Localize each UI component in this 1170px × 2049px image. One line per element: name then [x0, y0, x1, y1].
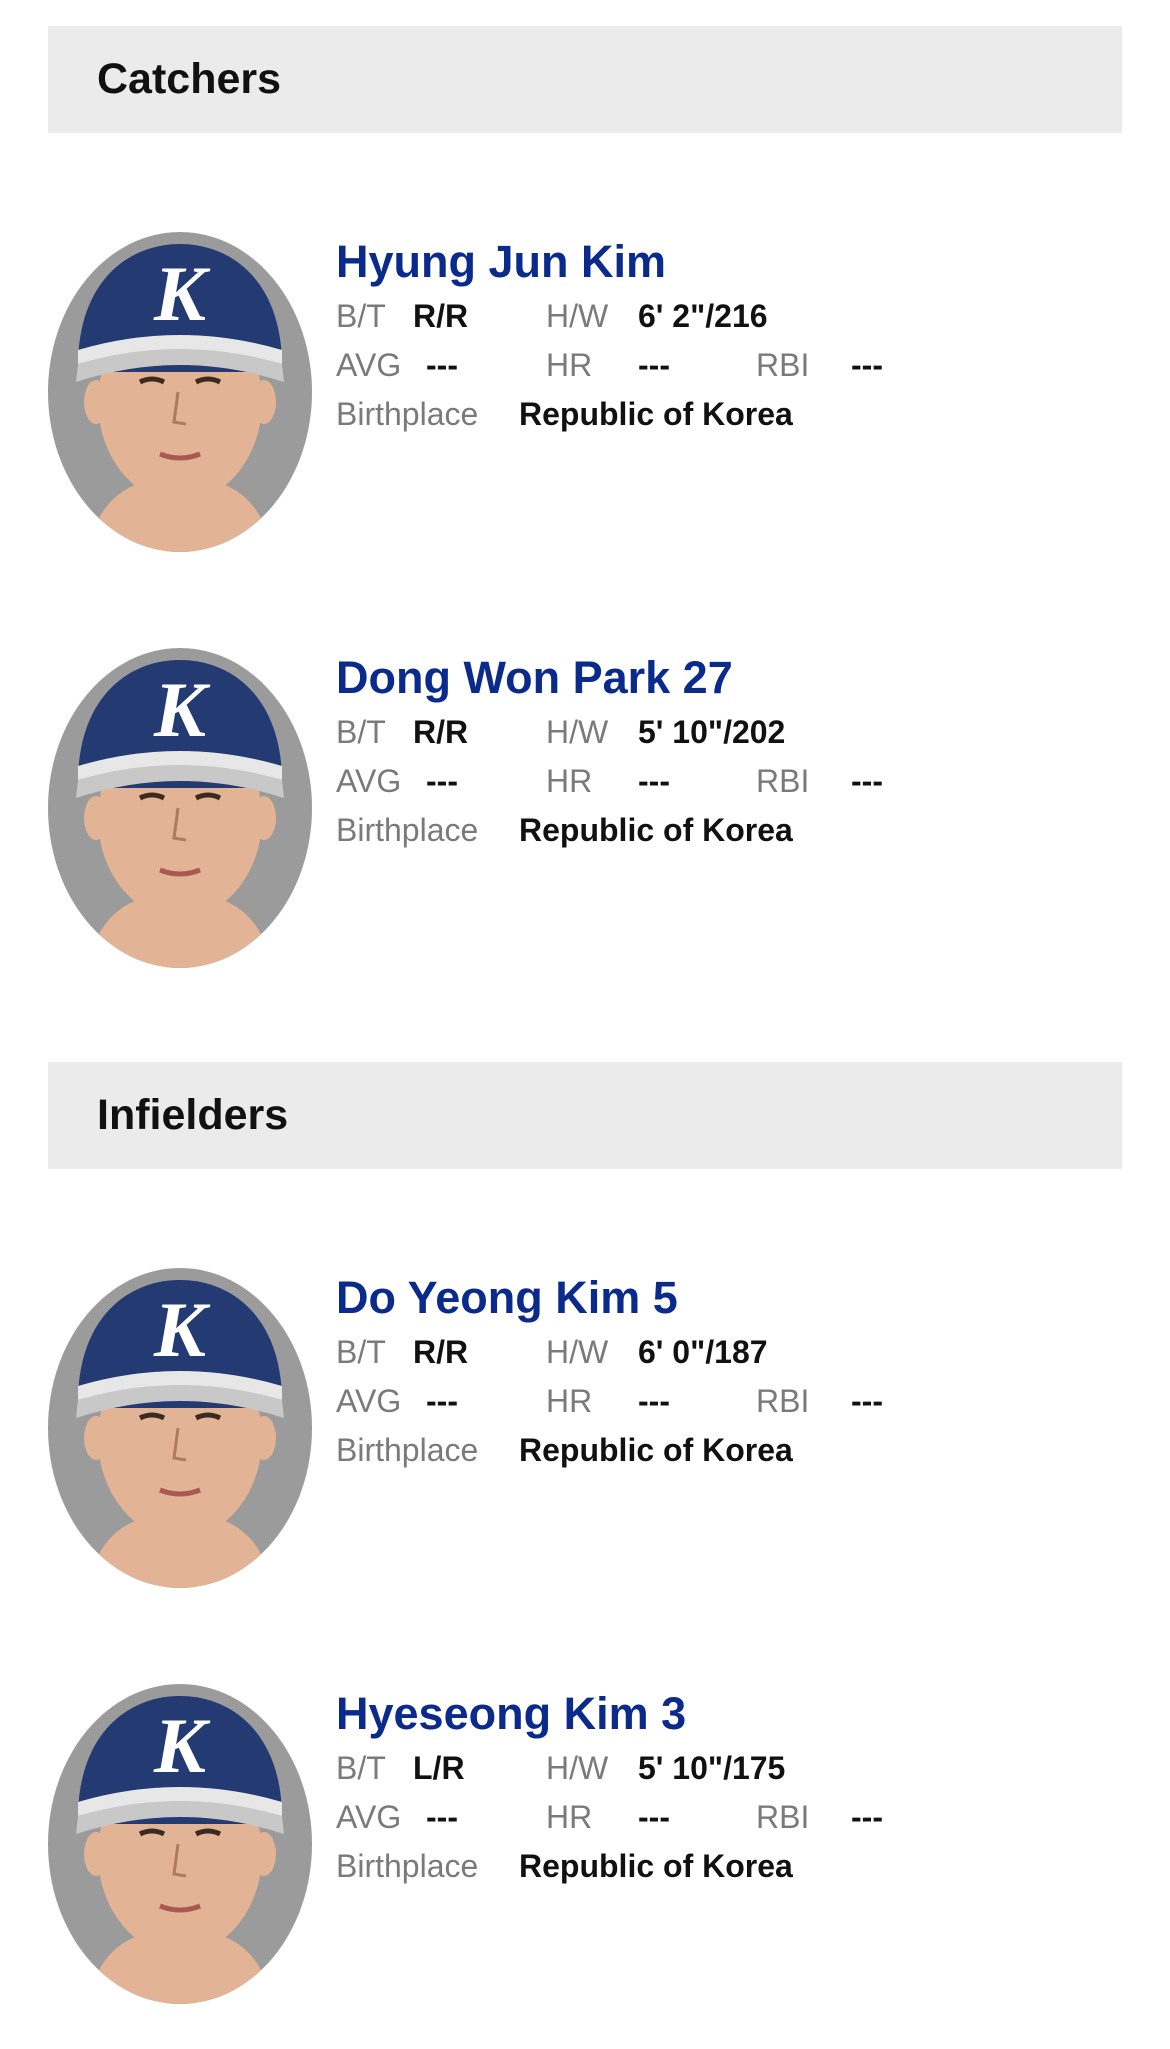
bt-value: R/R [413, 298, 469, 334]
player-photo: K [48, 648, 312, 968]
hw-value: 6' 0"/187 [638, 1334, 768, 1370]
roster-page: Catchers K Hyung Jun Kim B/T R/R H/W 6' … [0, 0, 1170, 2049]
player-birthplace-row: Birthplace Republic of Korea [336, 1842, 1116, 1891]
player-card[interactable]: K Dong Won Park 27 B/T R/R H/W 5' 10"/20… [48, 648, 1122, 978]
rbi-value: --- [851, 1383, 883, 1419]
player-bt-hw-row: B/T R/R H/W 6' 0"/187 [336, 1328, 1116, 1377]
rbi-label: RBI [756, 347, 810, 383]
player-card[interactable]: K Hyeseong Kim 3 B/T L/R H/W 5' 10"/175 … [48, 1684, 1122, 2014]
hw-value: 5' 10"/175 [638, 1750, 786, 1786]
section-title: Infielders [97, 1091, 289, 1139]
section-title: Catchers [97, 55, 282, 103]
avg-value: --- [426, 1799, 458, 1835]
player-stats-row: AVG --- HR --- RBI --- [336, 341, 1116, 390]
hw-label: H/W [546, 1334, 609, 1370]
player-headshot[interactable]: K [48, 1268, 312, 1588]
hw-value: 6' 2"/216 [638, 298, 768, 334]
birthplace-label: Birthplace [336, 396, 479, 432]
player-bt-hw-row: B/T R/R H/W 6' 2"/216 [336, 292, 1116, 341]
player-stats-row: AVG --- HR --- RBI --- [336, 1377, 1116, 1426]
avg-label: AVG [336, 1383, 402, 1419]
avg-label: AVG [336, 1799, 402, 1835]
rbi-value: --- [851, 763, 883, 799]
player-headshot[interactable]: K [48, 1684, 312, 2004]
svg-text:K: K [153, 1286, 211, 1373]
avg-label: AVG [336, 763, 402, 799]
player-stats-row: AVG --- HR --- RBI --- [336, 757, 1116, 806]
rbi-label: RBI [756, 1383, 810, 1419]
section-header-catchers: Catchers [48, 26, 1122, 133]
avg-value: --- [426, 763, 458, 799]
svg-text:K: K [153, 250, 211, 337]
bt-label: B/T [336, 714, 386, 750]
avg-label: AVG [336, 347, 402, 383]
hr-label: HR [546, 347, 593, 383]
hr-label: HR [546, 763, 593, 799]
birthplace-value: Republic of Korea [519, 812, 793, 848]
birthplace-value: Republic of Korea [519, 396, 793, 432]
section-header-infielders: Infielders [48, 1062, 1122, 1169]
hw-label: H/W [546, 714, 609, 750]
rbi-value: --- [851, 347, 883, 383]
player-bt-hw-row: B/T L/R H/W 5' 10"/175 [336, 1744, 1116, 1793]
hr-value: --- [638, 1383, 670, 1419]
birthplace-label: Birthplace [336, 1848, 479, 1884]
player-name-link[interactable]: Do Yeong Kim 5 [336, 1268, 1116, 1328]
svg-text:K: K [153, 666, 211, 753]
player-birthplace-row: Birthplace Republic of Korea [336, 806, 1116, 855]
hw-value: 5' 10"/202 [638, 714, 786, 750]
player-headshot[interactable]: K [48, 232, 312, 552]
hw-label: H/W [546, 298, 609, 334]
bt-value: L/R [413, 1750, 465, 1786]
player-name-link[interactable]: Hyeseong Kim 3 [336, 1684, 1116, 1744]
hw-label: H/W [546, 1750, 609, 1786]
player-headshot[interactable]: K [48, 648, 312, 968]
player-card[interactable]: K Do Yeong Kim 5 B/T R/R H/W 6' 0"/187 A… [48, 1268, 1122, 1598]
rbi-label: RBI [756, 1799, 810, 1835]
birthplace-value: Republic of Korea [519, 1432, 793, 1468]
svg-text:K: K [153, 1702, 211, 1789]
rbi-value: --- [851, 1799, 883, 1835]
avg-value: --- [426, 347, 458, 383]
birthplace-label: Birthplace [336, 1432, 479, 1468]
player-birthplace-row: Birthplace Republic of Korea [336, 390, 1116, 439]
bt-value: R/R [413, 714, 469, 750]
player-bt-hw-row: B/T R/R H/W 5' 10"/202 [336, 708, 1116, 757]
hr-value: --- [638, 1799, 670, 1835]
hr-value: --- [638, 763, 670, 799]
hr-label: HR [546, 1799, 593, 1835]
birthplace-value: Republic of Korea [519, 1848, 793, 1884]
player-name-link[interactable]: Hyung Jun Kim [336, 232, 1116, 292]
avg-value: --- [426, 1383, 458, 1419]
player-name-link[interactable]: Dong Won Park 27 [336, 648, 1116, 708]
bt-label: B/T [336, 298, 386, 334]
player-photo: K [48, 232, 312, 552]
player-photo: K [48, 1268, 312, 1588]
birthplace-label: Birthplace [336, 812, 479, 848]
player-photo: K [48, 1684, 312, 2004]
bt-label: B/T [336, 1750, 386, 1786]
hr-value: --- [638, 347, 670, 383]
hr-label: HR [546, 1383, 593, 1419]
player-card[interactable]: K Hyung Jun Kim B/T R/R H/W 6' 2"/216 AV… [48, 232, 1122, 562]
bt-label: B/T [336, 1334, 386, 1370]
player-stats-row: AVG --- HR --- RBI --- [336, 1793, 1116, 1842]
player-birthplace-row: Birthplace Republic of Korea [336, 1426, 1116, 1475]
bt-value: R/R [413, 1334, 469, 1370]
rbi-label: RBI [756, 763, 810, 799]
